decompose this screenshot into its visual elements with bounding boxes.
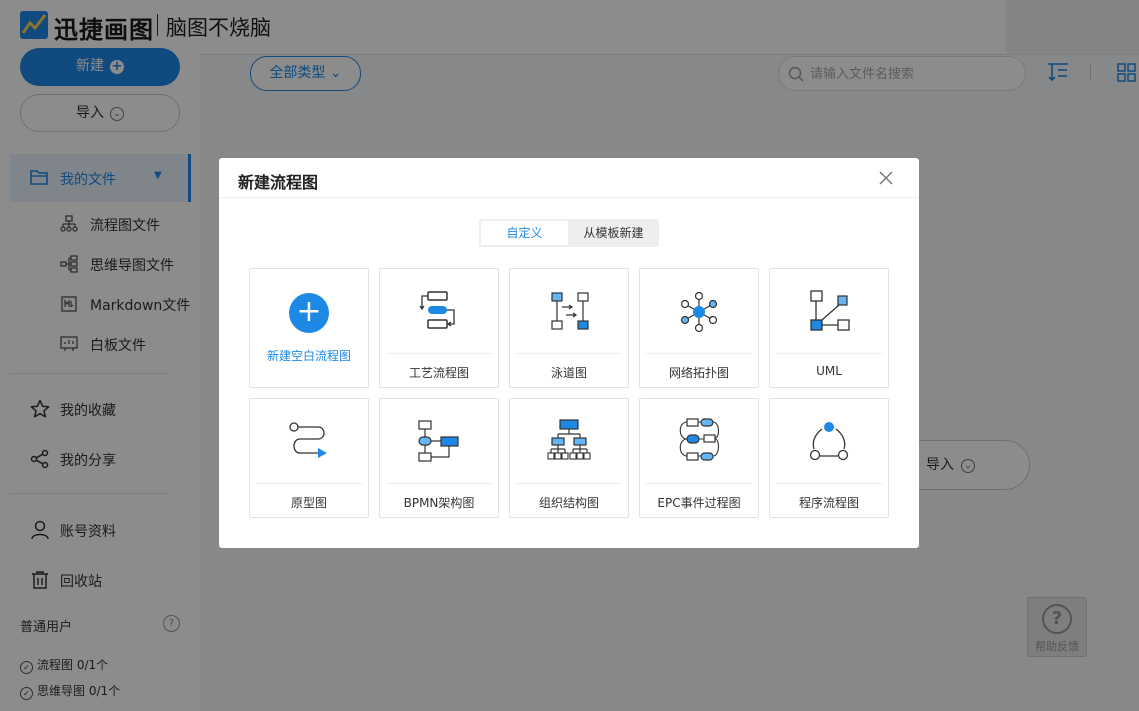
- card-divider: [516, 353, 622, 354]
- tab-from-template[interactable]: 从模板新建: [570, 221, 657, 245]
- program-flow-icon: [809, 422, 849, 461]
- card-epc[interactable]: EPC事件过程图: [639, 398, 759, 518]
- card-divider: [776, 483, 882, 484]
- card-label: 程序流程图: [798, 496, 859, 510]
- card-divider: [776, 353, 882, 354]
- card-divider: [646, 353, 752, 354]
- card-program-flow[interactable]: 程序流程图: [769, 398, 889, 518]
- dialog-title: 新建流程图: [238, 173, 319, 192]
- close-icon[interactable]: [877, 169, 895, 187]
- card-label: 工艺流程图: [408, 366, 469, 380]
- card-divider: [516, 483, 622, 484]
- swimlane-icon: [551, 292, 589, 330]
- card-divider: [646, 483, 752, 484]
- card-label: UML: [816, 364, 842, 378]
- card-new-blank[interactable]: + 新建空白流程图: [249, 268, 369, 388]
- card-divider: [386, 483, 492, 484]
- card-prototype[interactable]: 原型图: [249, 398, 369, 518]
- card-label: 原型图: [290, 496, 327, 510]
- card-label: 新建空白流程图: [266, 349, 351, 363]
- card-network-topology[interactable]: 网络拓扑图: [639, 268, 759, 388]
- card-divider: [386, 353, 492, 354]
- card-label: 泳道图: [550, 366, 587, 380]
- card-swimlane[interactable]: 泳道图: [509, 268, 629, 388]
- card-bpmn[interactable]: BPMN架构图: [379, 398, 499, 518]
- card-label: 网络拓扑图: [668, 366, 729, 380]
- card-label: BPMN架构图: [403, 496, 475, 510]
- card-label: 组织结构图: [538, 496, 599, 510]
- new-flowchart-dialog: 新建流程图 自定义 从模板新建 + 新建空白流程图 工艺流程图 泳道图 网络拓扑…: [219, 158, 919, 548]
- prototype-icon: [289, 422, 327, 458]
- card-label: EPC事件过程图: [657, 496, 741, 510]
- uml-icon: [810, 290, 850, 331]
- card-uml[interactable]: UML: [769, 268, 889, 388]
- card-process-flow[interactable]: 工艺流程图: [379, 268, 499, 388]
- tab-custom[interactable]: 自定义: [481, 221, 568, 245]
- card-org-chart[interactable]: 组织结构图: [509, 398, 629, 518]
- dialog-tabs: 自定义 从模板新建: [479, 219, 659, 247]
- epc-icon: [679, 418, 720, 461]
- dialog-header: 新建流程图: [219, 158, 919, 198]
- org-chart-icon: [547, 419, 591, 460]
- card-divider: [256, 483, 362, 484]
- plus-icon: +: [289, 293, 329, 333]
- bpmn-icon: [418, 420, 459, 462]
- process-flow-icon: [419, 291, 455, 329]
- network-topology-icon: [680, 291, 718, 333]
